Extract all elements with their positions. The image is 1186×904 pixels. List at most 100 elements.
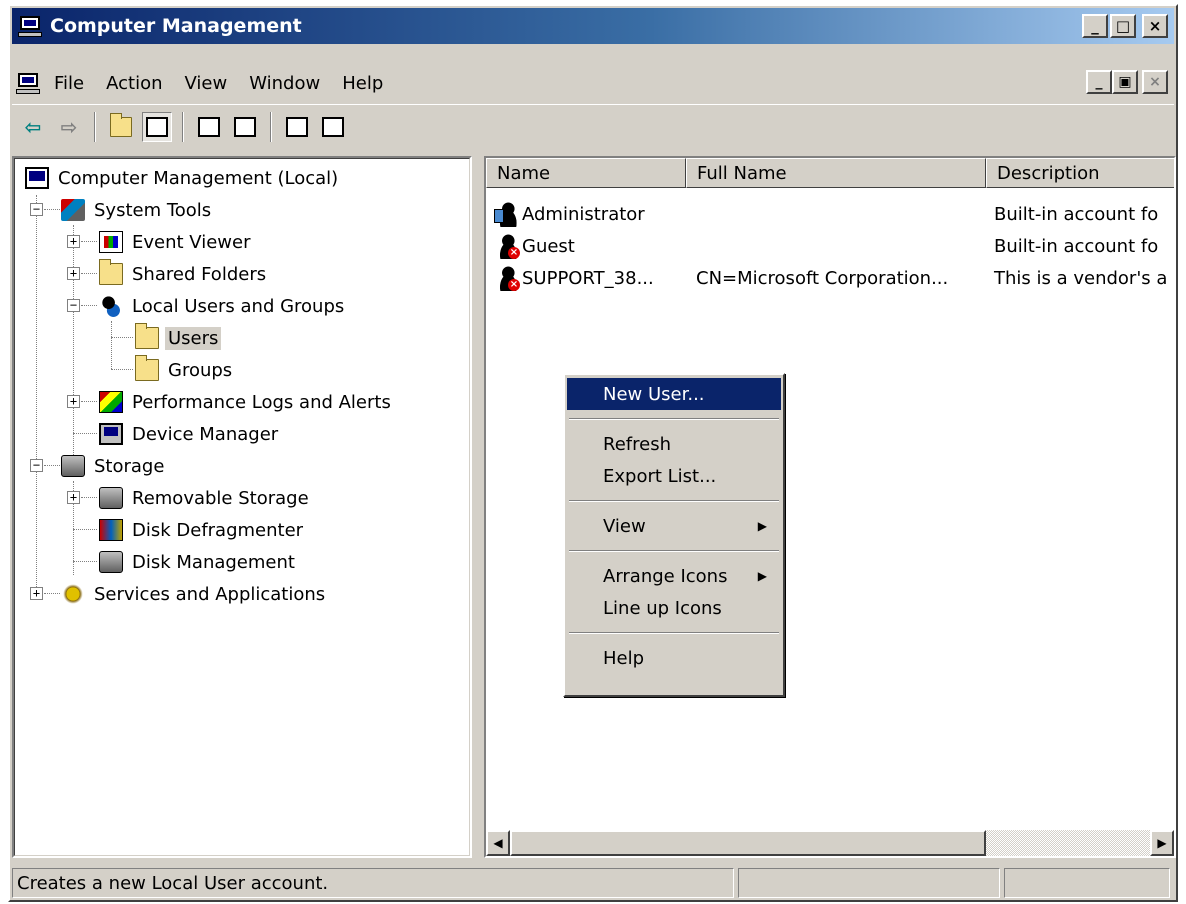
disk-defragmenter-icon — [99, 519, 123, 541]
menu-item-new-user[interactable]: New User... — [567, 378, 781, 410]
user-description: This is a vendor's a — [994, 267, 1168, 289]
console-tree-icon — [146, 116, 168, 137]
scroll-right-button[interactable]: ▶ — [1150, 830, 1174, 856]
tree-node-groups[interactable]: Groups — [135, 355, 235, 385]
tree-line — [111, 369, 133, 370]
tree-line — [81, 241, 97, 242]
expand-services-and-applications[interactable]: + — [30, 587, 43, 600]
services-gear-icon — [61, 583, 85, 605]
list-item[interactable]: × SUPPORT_38... CN=Microsoft Corporation… — [486, 262, 1174, 294]
tree-node-services-and-applications[interactable]: Services and Applications — [61, 579, 328, 609]
mdi-restore-button[interactable]: ▣ — [1112, 70, 1138, 94]
toolbar-separator — [182, 111, 184, 142]
tree-node-local-users-and-groups[interactable]: Local Users and Groups — [99, 291, 347, 321]
menu-item-line-up-icons[interactable]: Line up Icons — [567, 592, 781, 624]
forward-button[interactable]: ⇨ — [54, 112, 84, 142]
tree-node-storage[interactable]: Storage — [61, 451, 167, 481]
menu-window[interactable]: Window — [249, 73, 320, 94]
list-item[interactable]: × Guest Built-in account fo — [486, 230, 1174, 262]
show-hide-tree-button[interactable] — [142, 111, 172, 142]
tree-label: Services and Applications — [94, 583, 326, 605]
tree-line — [111, 321, 112, 369]
expand-performance-logs[interactable]: + — [67, 395, 80, 408]
disk-management-icon — [99, 551, 123, 573]
console-tree: Computer Management (Local) − System Too… — [12, 156, 472, 858]
tree-node-device-manager[interactable]: Device Manager — [99, 419, 281, 449]
refresh-icon — [198, 116, 220, 137]
mdi-system-icon[interactable] — [16, 72, 40, 94]
back-button[interactable]: ⇦ — [18, 112, 48, 142]
column-header-full-name[interactable]: Full Name — [686, 158, 986, 188]
up-folder-icon — [110, 112, 132, 137]
context-menu: New User... Refresh Export List... View … — [563, 373, 785, 697]
show-hide-action-pane-button[interactable] — [318, 112, 348, 142]
status-bar: Creates a new Local User account. — [12, 868, 1174, 900]
tree-node-shared-folders[interactable]: Shared Folders — [99, 259, 269, 289]
scroll-left-button[interactable]: ◀ — [486, 830, 510, 856]
tree-node-performance-logs[interactable]: Performance Logs and Alerts — [99, 387, 394, 417]
tree-node-removable-storage[interactable]: Removable Storage — [99, 483, 312, 513]
menu-item-arrange-icons[interactable]: Arrange Icons ▶ — [567, 560, 781, 592]
expand-event-viewer[interactable]: + — [67, 235, 80, 248]
tree-node-computer-management[interactable]: Computer Management (Local) — [25, 163, 341, 193]
menu-bar: File Action View Window Help _ ▣ × — [12, 66, 1174, 100]
column-header-description[interactable]: Description — [986, 158, 1174, 188]
user-name: Guest — [522, 235, 575, 257]
menu-file[interactable]: File — [54, 73, 84, 94]
menu-action[interactable]: Action — [106, 73, 162, 94]
menu-view[interactable]: View — [185, 73, 228, 94]
back-arrow-icon: ⇦ — [24, 114, 42, 139]
collapse-system-tools[interactable]: − — [30, 203, 43, 216]
menu-item-export-list[interactable]: Export List... — [567, 460, 781, 492]
tree-node-disk-management[interactable]: Disk Management — [99, 547, 298, 577]
expand-shared-folders[interactable]: + — [67, 267, 80, 280]
tree-line — [44, 465, 60, 466]
window-title: Computer Management — [50, 15, 302, 37]
tree-label: Device Manager — [132, 423, 279, 445]
collapse-local-users[interactable]: − — [67, 299, 80, 312]
toolbar: ⇦ ⇨ — [12, 104, 1174, 148]
refresh-button[interactable] — [194, 112, 224, 142]
export-list-icon — [234, 116, 256, 137]
menu-item-view[interactable]: View ▶ — [567, 510, 781, 542]
user-name: Administrator — [522, 203, 645, 225]
scroll-thumb[interactable] — [510, 830, 986, 856]
tree-label: Local Users and Groups — [132, 295, 345, 317]
tree-label: System Tools — [94, 199, 212, 221]
tree-node-users[interactable]: Users — [135, 323, 222, 353]
storage-icon — [61, 455, 85, 477]
menu-help[interactable]: Help — [342, 73, 383, 94]
user-description: Built-in account fo — [994, 203, 1159, 225]
collapse-storage[interactable]: − — [30, 459, 43, 472]
tree-line — [81, 273, 97, 274]
up-one-level-button[interactable] — [106, 112, 136, 142]
horizontal-scrollbar[interactable]: ◀ ▶ — [486, 830, 1174, 856]
forward-arrow-icon: ⇨ — [60, 114, 78, 139]
scroll-track[interactable] — [986, 830, 1150, 856]
mdi-close-button[interactable]: × — [1142, 70, 1168, 94]
toolbar-separator — [270, 111, 272, 142]
maximize-button[interactable]: □ — [1110, 14, 1136, 38]
computer-icon — [25, 167, 49, 189]
menu-separator — [569, 550, 779, 552]
menu-separator — [569, 632, 779, 634]
export-list-button[interactable] — [230, 112, 260, 142]
tree-label: Event Viewer — [132, 231, 251, 253]
expand-removable-storage[interactable]: + — [67, 491, 80, 504]
user-description: Built-in account fo — [994, 235, 1159, 257]
title-bar[interactable]: Computer Management _ □ × — [12, 8, 1174, 44]
list-item[interactable]: Administrator Built-in account fo — [486, 198, 1174, 230]
menu-item-refresh[interactable]: Refresh — [567, 428, 781, 460]
tree-node-system-tools[interactable]: System Tools — [61, 195, 214, 225]
tree-node-disk-defragmenter[interactable]: Disk Defragmenter — [99, 515, 306, 545]
minimize-button[interactable]: _ — [1082, 14, 1108, 38]
menu-item-help[interactable]: Help — [567, 642, 781, 674]
device-manager-icon — [99, 423, 123, 445]
tree-node-event-viewer[interactable]: Event Viewer — [99, 227, 253, 257]
column-header-name[interactable]: Name — [486, 158, 686, 188]
help-button[interactable] — [282, 112, 312, 142]
action-pane-icon — [322, 116, 344, 137]
close-button[interactable]: × — [1142, 14, 1168, 38]
tree-label: Removable Storage — [132, 487, 309, 509]
mdi-minimize-button[interactable]: _ — [1086, 70, 1112, 94]
